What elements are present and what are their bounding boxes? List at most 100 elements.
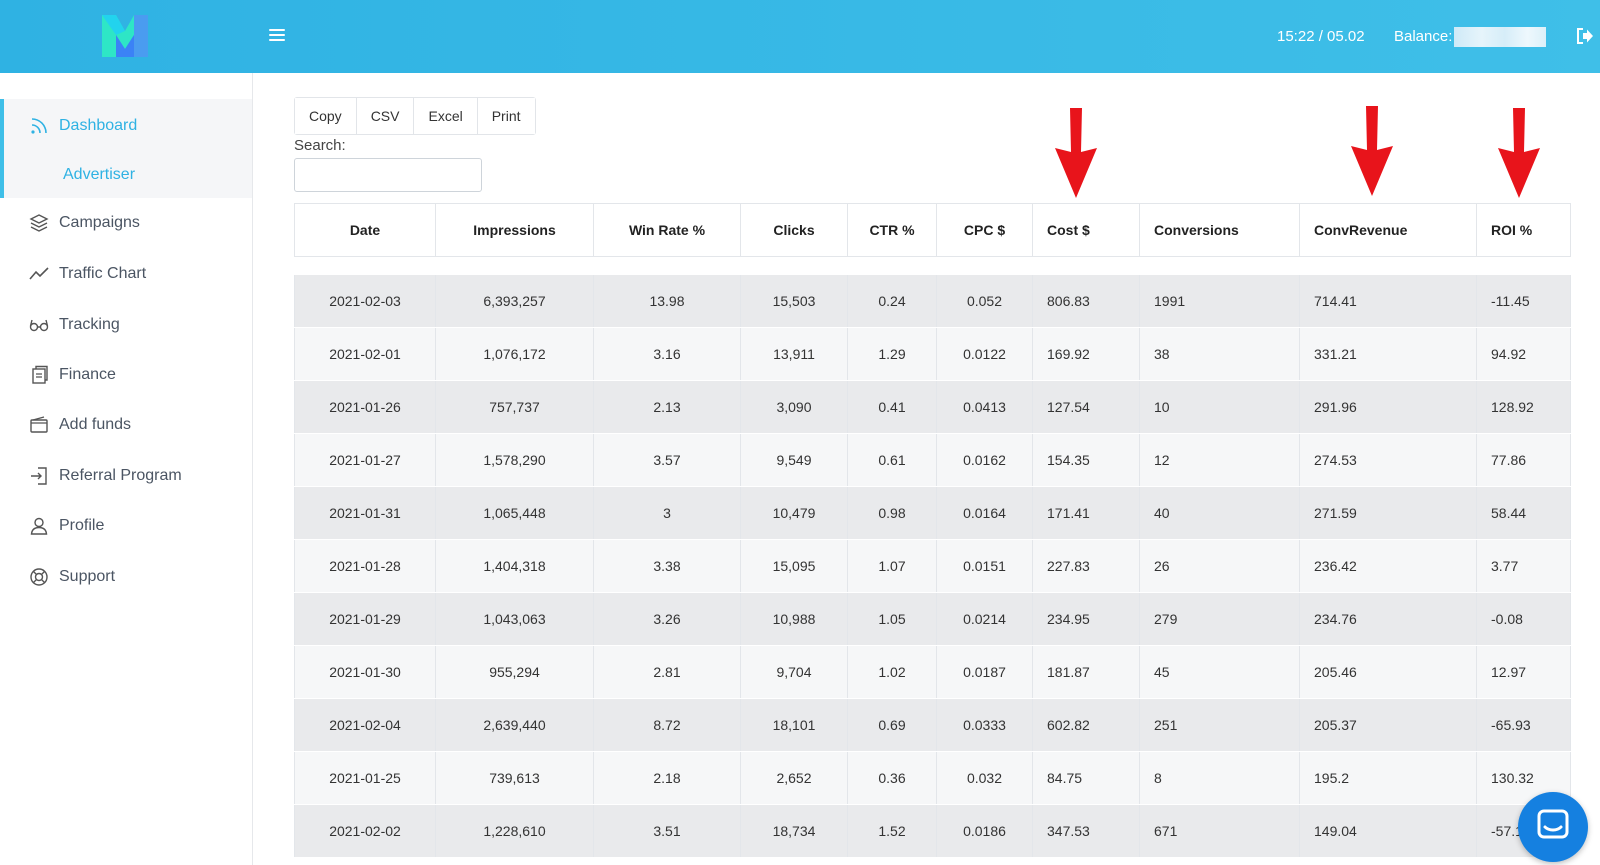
table-cell: 2021-01-31 (294, 486, 436, 540)
search-input[interactable] (294, 158, 482, 192)
balance-label: Balance: (1394, 28, 1453, 45)
sidebar-item-campaigns[interactable]: Campaigns (0, 203, 252, 243)
table-cell: 10,479 (740, 486, 848, 540)
table-cell: 2.18 (593, 751, 741, 805)
rss-icon (31, 118, 47, 134)
sidebar-item-label: Traffic Chart (59, 265, 147, 282)
table-cell: 127.54 (1032, 380, 1140, 434)
table-cell: 0.0122 (936, 327, 1033, 381)
table-row: 2021-01-29 1,043,063 3.26 10,988 1.05 0.0214 2… (294, 592, 1571, 646)
column-header-cpc[interactable]: CPC $ (936, 203, 1033, 257)
glasses-icon (29, 319, 49, 332)
sidebar-item-profile[interactable]: Profile (0, 506, 252, 546)
table-cell: 9,549 (740, 433, 848, 487)
column-header-roi[interactable]: ROI % (1476, 203, 1571, 257)
table-cell: 291.96 (1299, 380, 1477, 434)
sidebar-subitem-label: Advertiser (63, 166, 136, 183)
sidebar-item-label: Dashboard (59, 117, 138, 134)
table-cell: 0.0162 (936, 433, 1033, 487)
column-header-impressions[interactable]: Impressions (435, 203, 594, 257)
table-cell: 1,043,063 (435, 592, 594, 646)
table-cell: 205.37 (1299, 698, 1477, 752)
column-header-win-rate[interactable]: Win Rate % (593, 203, 741, 257)
table-cell: 0.0214 (936, 592, 1033, 646)
table-row: 2021-02-01 1,076,172 3.16 13,911 1.29 0.0122 1… (294, 327, 1571, 381)
table-cell: 1.05 (847, 592, 937, 646)
print-button[interactable]: Print (477, 98, 535, 134)
table-cell: 18,734 (740, 804, 848, 858)
logout-icon[interactable] (1576, 28, 1594, 44)
sidebar-item-referral-program[interactable]: Referral Program (0, 456, 252, 496)
sidebar-item-dashboard[interactable]: Dashboard (0, 106, 252, 146)
table-cell: 13.98 (593, 275, 741, 328)
table-cell: 1.02 (847, 645, 937, 699)
balance-value (1454, 27, 1546, 47)
table-cell: -11.45 (1476, 275, 1571, 328)
lifebuoy-icon (30, 568, 48, 586)
table-cell: 2.81 (593, 645, 741, 699)
table-cell: 2021-01-28 (294, 539, 436, 593)
sidebar-item-add-funds[interactable]: Add funds (0, 405, 252, 445)
sidebar-item-advertiser[interactable]: Advertiser (0, 155, 252, 195)
column-header-conversions[interactable]: Conversions (1139, 203, 1300, 257)
copy-button[interactable]: Copy (295, 98, 357, 134)
csv-button[interactable]: CSV (356, 98, 415, 134)
table-cell: 3,090 (740, 380, 848, 434)
column-header-ctr[interactable]: CTR % (847, 203, 937, 257)
arrow-cost (1055, 108, 1097, 198)
logo-icon[interactable] (100, 13, 150, 59)
table-cell: 602.82 (1032, 698, 1140, 752)
table-cell: 94.92 (1476, 327, 1571, 381)
export-button-group: Copy CSV Excel Print (294, 97, 536, 135)
hamburger-menu-icon[interactable] (269, 26, 285, 44)
table-cell: 271.59 (1299, 486, 1477, 540)
table-cell: 227.83 (1032, 539, 1140, 593)
sidebar-item-label: Profile (59, 517, 105, 534)
sidebar-item-support[interactable]: Support (0, 557, 252, 597)
table-cell: 0.0151 (936, 539, 1033, 593)
table-cell: 3.26 (593, 592, 741, 646)
column-header-clicks[interactable]: Clicks (740, 203, 848, 257)
table-cell: 0.0333 (936, 698, 1033, 752)
table-cell: 128.92 (1476, 380, 1571, 434)
column-header-date[interactable]: Date (294, 203, 436, 257)
sidebar-item-label: Campaigns (59, 214, 140, 231)
sidebar-item-tracking[interactable]: Tracking (0, 305, 252, 345)
sidebar-item-label: Referral Program (59, 467, 182, 484)
table-cell: 0.36 (847, 751, 937, 805)
sidebar-item-label: Tracking (59, 316, 120, 333)
table-cell: 58.44 (1476, 486, 1571, 540)
sidebar-item-finance[interactable]: Finance (0, 355, 252, 395)
stats-table-wrapper: Date Impressions Win Rate % Clicks CTR %… (294, 203, 1571, 858)
excel-button[interactable]: Excel (414, 98, 478, 134)
table-cell: 149.04 (1299, 804, 1477, 858)
table-cell: 1,076,172 (435, 327, 594, 381)
table-cell: 0.69 (847, 698, 937, 752)
table-cell: 45 (1139, 645, 1300, 699)
column-header-cost[interactable]: Cost $ (1032, 203, 1140, 257)
table-cell: 0.0187 (936, 645, 1033, 699)
table-cell: 2.13 (593, 380, 741, 434)
table-cell: 2021-01-30 (294, 645, 436, 699)
column-header-convrevenue[interactable]: ConvRevenue (1299, 203, 1477, 257)
table-cell: 1,228,610 (435, 804, 594, 858)
table-cell: 12.97 (1476, 645, 1571, 699)
table-cell: 806.83 (1032, 275, 1140, 328)
table-row: 2021-01-30 955,294 2.81 9,704 1.02 0.0187 181.… (294, 645, 1571, 699)
sidebar-item-traffic-chart[interactable]: Traffic Chart (0, 254, 252, 294)
table-cell: 2021-02-01 (294, 327, 436, 381)
table-row: 2021-01-25 739,613 2.18 2,652 0.36 0.032 84.75… (294, 751, 1571, 805)
table-cell: 8 (1139, 751, 1300, 805)
table-cell: 0.24 (847, 275, 937, 328)
table-cell: 955,294 (435, 645, 594, 699)
table-cell: 3 (593, 486, 741, 540)
table-cell: 0.98 (847, 486, 937, 540)
table-cell: 2021-02-03 (294, 275, 436, 328)
sidebar-item-label: Add funds (59, 416, 132, 433)
table-cell: 205.46 (1299, 645, 1477, 699)
table-cell: 15,095 (740, 539, 848, 593)
table-header-row: Date Impressions Win Rate % Clicks CTR %… (294, 203, 1571, 257)
table-cell: 671 (1139, 804, 1300, 858)
table-cell: 234.95 (1032, 592, 1140, 646)
chat-widget-button[interactable] (1518, 792, 1588, 862)
